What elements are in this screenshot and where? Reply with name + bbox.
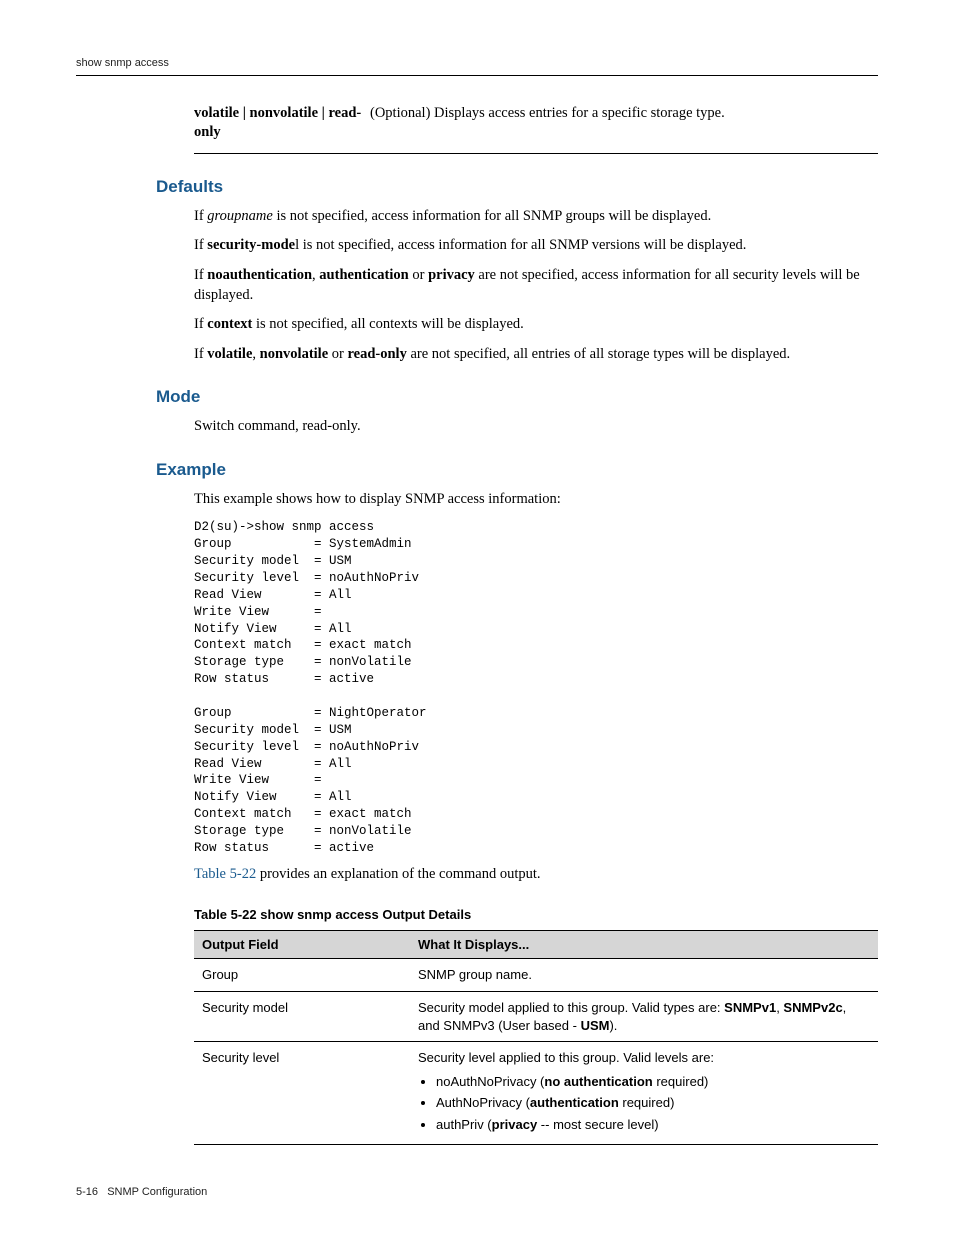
security-level-list: noAuthNoPrivacy (no authentication requi… [418,1073,870,1134]
param-name: volatile | nonvolatile | read-only [194,104,370,154]
heading-mode: Mode [156,386,878,409]
table-xref[interactable]: Table 5-22 [194,866,256,882]
defaults-p5: If volatile, nonvolatile or read-only ar… [194,345,878,365]
running-head: show snmp access [76,56,878,76]
table-row: Group SNMP group name. [194,959,878,992]
list-item: noAuthNoPrivacy (no authentication requi… [436,1073,870,1091]
page-number: 5-16 [76,1186,98,1198]
table-row: Security model Security model applied to… [194,991,878,1041]
col-output-field: Output Field [194,930,410,959]
defaults-p2: If security-model is not specified, acce… [194,236,878,256]
defaults-p4: If context is not specified, all context… [194,315,878,335]
defaults-p1: If groupname is not specified, access in… [194,207,878,227]
col-what-displays: What It Displays... [410,930,878,959]
heading-example: Example [156,459,878,482]
defaults-p3: If noauthentication, authentication or p… [194,266,878,305]
table-row: Security level Security level applied to… [194,1042,878,1145]
heading-defaults: Defaults [156,176,878,199]
table-caption: Table 5-22 show snmp access Output Detai… [194,906,878,924]
example-intro: This example shows how to display SNMP a… [194,490,878,510]
example-code: D2(su)->show snmp access Group = SystemA… [194,519,878,857]
page-footer: 5-16 SNMP Configuration [76,1185,878,1200]
list-item: authPriv (privacy -- most secure level) [436,1116,870,1134]
chapter-name: SNMP Configuration [107,1186,207,1198]
example-outro: Table 5-22 provides an explanation of th… [194,865,878,885]
list-item: AuthNoPrivacy (authentication required) [436,1094,870,1112]
parameter-row: volatile | nonvolatile | read-only (Opti… [194,104,878,154]
output-details-table: Output Field What It Displays... Group S… [194,930,878,1145]
mode-p: Switch command, read-only. [194,417,878,437]
param-desc: (Optional) Displays access entries for a… [370,104,878,154]
